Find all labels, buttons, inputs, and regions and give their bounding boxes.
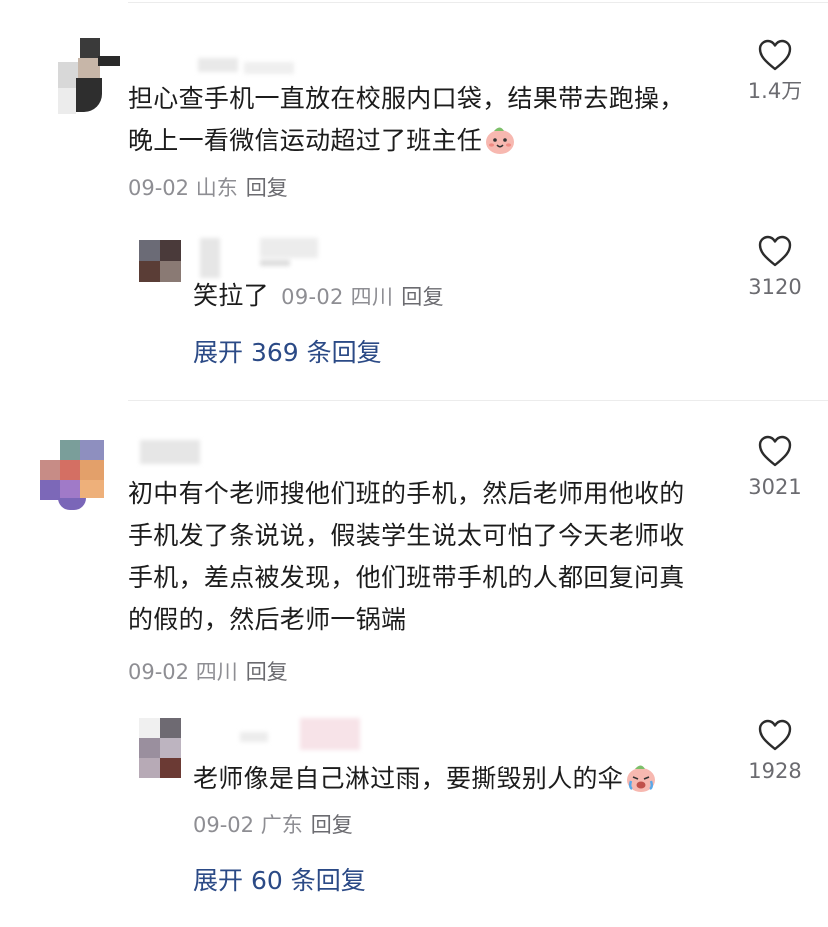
username-blurred[interactable] (200, 238, 320, 278)
date-location: 09-02 四川 (281, 285, 394, 309)
reply-button[interactable]: 回复 (246, 176, 288, 200)
comment-divider (128, 400, 828, 401)
reply-button[interactable]: 回复 (401, 285, 444, 309)
username-blurred[interactable] (140, 440, 204, 466)
username-blurred[interactable] (240, 718, 364, 752)
heart-icon (758, 39, 792, 71)
reply-text: 笑拉了 09-02 四川 回复 (193, 281, 444, 310)
like-count: 3021 (748, 475, 802, 499)
date-location: 09-02 广东 (193, 813, 303, 837)
like-count: 3120 (748, 275, 802, 299)
top-divider (128, 2, 828, 3)
like-button[interactable]: 3021 (735, 434, 815, 500)
crying-face-icon (627, 765, 656, 792)
avatar[interactable] (139, 240, 181, 282)
heart-icon (758, 435, 792, 467)
expand-replies-link[interactable]: 展开 369 条回复 (193, 333, 382, 369)
like-count: 1928 (748, 759, 802, 783)
date-location: 09-02 四川 (128, 660, 238, 684)
reply-meta: 09-02 广东 回复 (193, 811, 353, 839)
like-count: 1.4万 (747, 79, 803, 103)
like-button[interactable]: 3120 (735, 234, 815, 300)
comment-meta: 09-02 四川 回复 (128, 658, 288, 686)
heart-icon (758, 235, 792, 267)
like-button[interactable]: 1.4万 (735, 38, 815, 104)
reply-button[interactable]: 回复 (311, 813, 353, 837)
like-button[interactable]: 1928 (735, 718, 815, 784)
reply-meta: 09-02 四川 回复 (281, 285, 444, 309)
expand-replies-link[interactable]: 展开 60 条回复 (193, 861, 366, 897)
smile-face-icon (486, 127, 515, 154)
comment-text: 初中有个老师搜他们班的手机，然后老师用他收的手机发了条说说，假装学生说太可怕了今… (128, 479, 685, 634)
comment-meta: 09-02 山东 回复 (128, 174, 288, 202)
avatar[interactable] (139, 718, 181, 780)
avatar[interactable] (40, 440, 106, 510)
avatar[interactable] (58, 38, 120, 114)
username-blurred[interactable] (198, 58, 298, 76)
comment-text: 担心查手机一直放在校服内口袋，结果带去跑操，晚上一看微信运动超过了班主任 (128, 84, 685, 155)
reply-text: 老师像是自己淋过雨，要撕毁别人的伞 (193, 758, 723, 800)
heart-icon (758, 719, 792, 751)
reply-button[interactable]: 回复 (246, 660, 288, 684)
date-location: 09-02 山东 (128, 176, 238, 200)
